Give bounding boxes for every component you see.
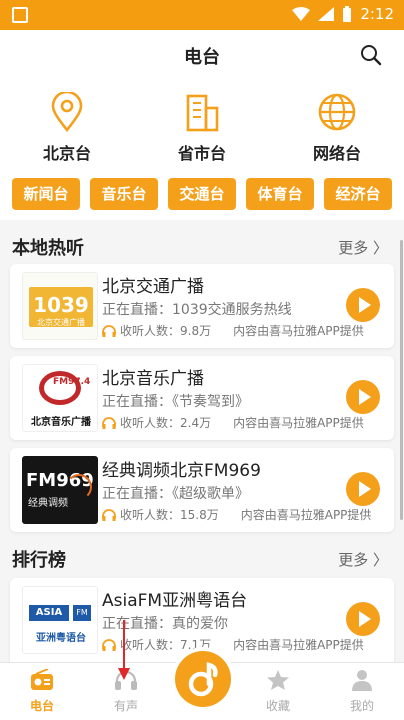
category-label: 网络台 — [312, 144, 361, 163]
section-title: 本地热听 — [12, 238, 84, 259]
category-label: 省市台 — [177, 144, 226, 163]
notification-icon — [12, 7, 28, 23]
category-row: 北京台 省市台 网络台 — [0, 80, 404, 170]
scrollbar[interactable] — [400, 240, 403, 520]
category-beijing[interactable]: 北京台 — [12, 90, 122, 164]
tab-radio[interactable]: 电台 — [2, 668, 82, 714]
pill-sports[interactable]: 体育台 — [246, 178, 314, 210]
system-icons: 2:12 — [292, 5, 394, 23]
station-live: 正在直播：《节奏驾到》 — [102, 394, 249, 410]
app-bar: 电台 — [0, 30, 404, 80]
station-logo: ASIA FM 亚洲粤语台 — [22, 586, 98, 654]
station-meta: 收听人数：2.4万 内容由喜马拉雅APP提供 — [102, 414, 364, 431]
location-pin-icon — [51, 90, 83, 133]
search-icon — [361, 45, 382, 66]
play-button[interactable] — [346, 602, 380, 636]
pill-economy[interactable]: 经济台 — [324, 178, 392, 210]
tab-favorites[interactable]: 收藏 — [238, 669, 318, 714]
listener-count: 收听人数：9.8万 — [120, 324, 212, 338]
station-meta: 收听人数：9.8万 内容由喜马拉雅APP提供 — [102, 322, 364, 339]
tab-label: 收藏 — [265, 699, 290, 713]
station-live: 正在直播：1039交通服务热线 — [102, 302, 292, 318]
station-logo: FM97.4 北京音乐广播 — [22, 364, 98, 432]
ranking-section-header: 排行榜 更多 〉 — [0, 536, 404, 580]
globe-icon — [318, 93, 356, 131]
pill-traffic[interactable]: 交通台 — [168, 178, 236, 210]
tab-label: 我的 — [349, 699, 374, 713]
genre-pills: 新闻台 音乐台 交通台 体育台 经济台 — [0, 170, 404, 220]
section-title: 排行榜 — [12, 550, 66, 571]
headphones-icon — [102, 508, 116, 521]
signal-icon — [318, 7, 335, 21]
station-logo: FM969 经典调频 — [22, 456, 98, 524]
tab-player[interactable] — [175, 651, 231, 707]
more-link[interactable]: 更多 〉 — [338, 237, 388, 258]
radio-icon — [31, 668, 53, 690]
content-source: 内容由喜马拉雅APP提供 — [240, 508, 372, 522]
category-province[interactable]: 省市台 — [147, 92, 257, 164]
music-note-icon — [188, 662, 218, 697]
content-source: 内容由喜马拉雅APP提供 — [233, 324, 364, 338]
station-meta: 收听人数：7.1万 内容由喜马拉雅APP提供 — [102, 636, 364, 653]
station-card[interactable]: FM969 经典调频 经典调频北京FM969 正在直播：《超级歌单》 收听人数：… — [10, 448, 394, 532]
status-bar: 2:12 — [0, 0, 404, 30]
star-icon — [267, 670, 289, 690]
category-label: 北京台 — [42, 144, 91, 163]
status-time: 2:12 — [360, 5, 394, 23]
station-logo: 1039 北京交通广播 — [22, 272, 98, 340]
station-name: AsiaFM亚洲粤语台 — [102, 591, 248, 611]
station-name: 北京音乐广播 — [102, 369, 204, 389]
page-title: 电台 — [184, 47, 220, 68]
wifi-icon — [292, 7, 311, 21]
station-name: 北京交通广播 — [102, 277, 204, 297]
building-icon — [186, 94, 219, 132]
tab-label: 有声 — [113, 699, 138, 713]
more-link[interactable]: 更多 〉 — [338, 549, 388, 570]
play-button[interactable] — [346, 472, 380, 506]
tab-label: 电台 — [29, 699, 54, 713]
content-source: 内容由喜马拉雅APP提供 — [233, 416, 364, 430]
search-button[interactable] — [360, 44, 382, 70]
headphones-icon — [102, 324, 116, 337]
play-button[interactable] — [346, 288, 380, 322]
station-meta: 收听人数：15.8万 内容由喜马拉雅APP提供 — [102, 506, 371, 523]
headphones-icon — [102, 416, 116, 429]
listener-count: 收听人数：2.4万 — [120, 416, 212, 430]
local-section-header: 本地热听 更多 〉 — [0, 224, 404, 268]
category-network[interactable]: 网络台 — [282, 92, 392, 164]
battery-icon — [343, 6, 352, 22]
station-card[interactable]: FM97.4 北京音乐广播 北京音乐广播 正在直播：《节奏驾到》 收听人数：2.… — [10, 356, 394, 440]
listener-count: 收听人数：15.8万 — [120, 508, 219, 522]
pill-music[interactable]: 音乐台 — [90, 178, 158, 210]
bottom-tab-bar: 电台 有声 收藏 我的 — [0, 651, 404, 720]
tab-me[interactable]: 我的 — [322, 669, 402, 714]
play-button[interactable] — [346, 380, 380, 414]
station-live: 正在直播：《超级歌单》 — [102, 486, 249, 502]
user-icon — [352, 670, 372, 691]
headphones-icon — [102, 638, 116, 651]
pill-news[interactable]: 新闻台 — [12, 178, 80, 210]
content-source: 内容由喜马拉雅APP提供 — [233, 638, 364, 652]
annotation-arrow-icon — [118, 620, 130, 680]
station-name: 经典调频北京FM969 — [102, 461, 261, 481]
station-card[interactable]: 1039 北京交通广播 北京交通广播 正在直播：1039交通服务热线 收听人数：… — [10, 264, 394, 348]
